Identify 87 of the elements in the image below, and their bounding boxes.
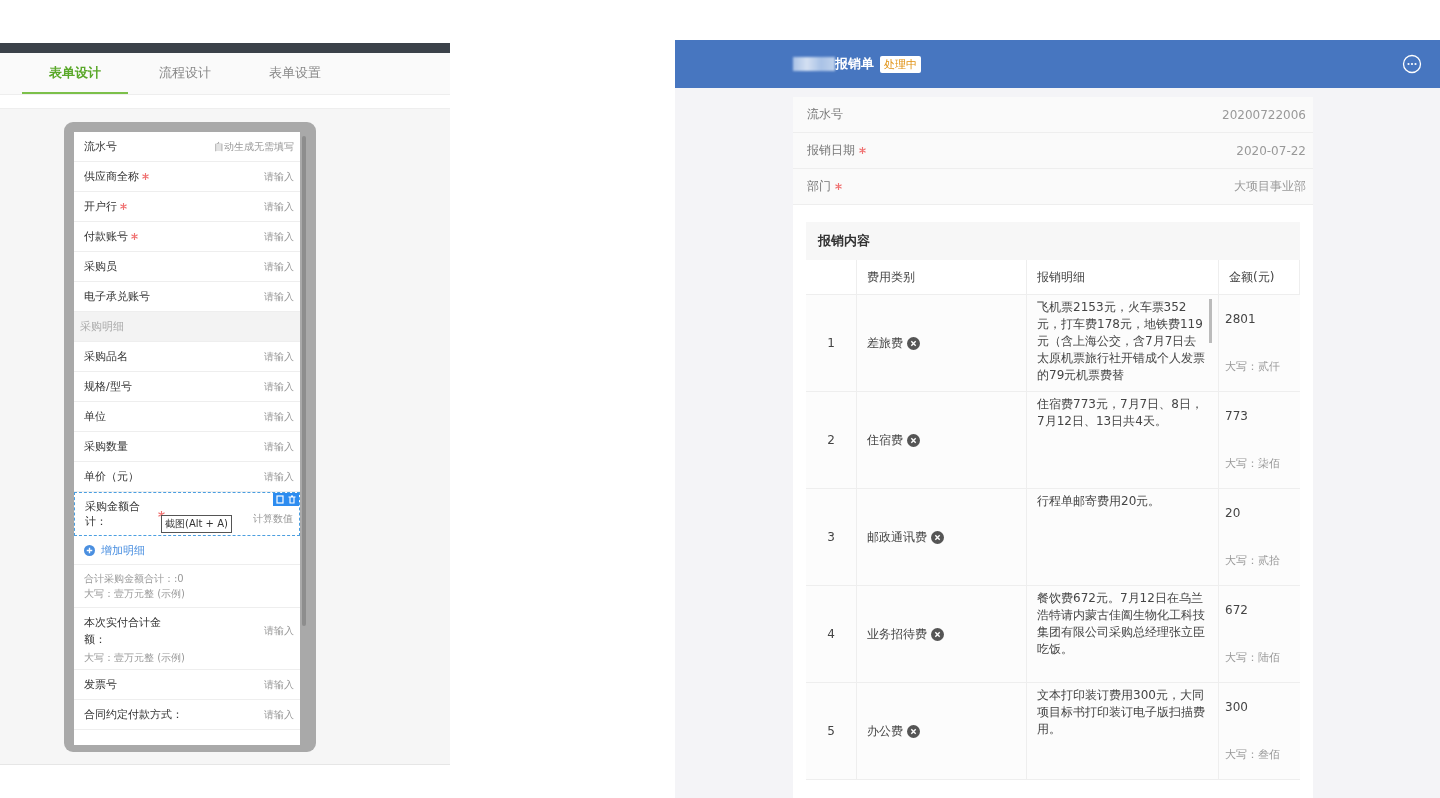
- section-header: 采购明细: [74, 312, 300, 342]
- field-label: 采购数量: [84, 439, 128, 454]
- column-header: 金额(元): [1219, 260, 1300, 294]
- field-label: 采购员: [84, 259, 117, 274]
- text-input[interactable]: 请输入: [264, 169, 294, 184]
- remove-icon[interactable]: [907, 433, 920, 447]
- amount-words: 大写：贰拾: [1225, 553, 1280, 569]
- remove-icon[interactable]: [931, 530, 944, 544]
- scrollbar[interactable]: [1209, 299, 1212, 343]
- field-label: 报销日期: [807, 142, 855, 159]
- detail-text: 住宿费773元，7月7日、8日，7月12日、13日共4天。: [1037, 396, 1204, 430]
- field-label: 单价（元）: [84, 469, 139, 484]
- amount-text: 2801: [1225, 311, 1256, 326]
- form-title: 报销单: [835, 55, 874, 73]
- text-input[interactable]: 计算数值: [253, 512, 293, 526]
- field-label: 采购品名: [84, 349, 128, 364]
- field-label: 单位: [84, 409, 106, 424]
- more-icon[interactable]: [1402, 54, 1422, 74]
- text-input[interactable]: 请输入: [264, 677, 294, 692]
- amount-words: 大写：叁佰: [1225, 747, 1280, 763]
- text-input[interactable]: 请输入: [264, 229, 294, 244]
- text-input[interactable]: 请输入: [264, 707, 294, 722]
- column-header: 报销明细: [1027, 260, 1219, 294]
- field-label: 发票号: [84, 677, 117, 692]
- text-input[interactable]: 请输入: [264, 379, 294, 394]
- detail-text: 行程单邮寄费用20元。: [1037, 493, 1161, 510]
- text-input[interactable]: 请输入: [264, 624, 294, 638]
- redacted-name: [793, 57, 835, 71]
- amount-words: 大写：柒佰: [1225, 456, 1280, 472]
- remove-icon[interactable]: [907, 724, 920, 738]
- add-detail-button[interactable]: 增加明细: [74, 536, 300, 565]
- field-label: 电子承兑账号: [84, 289, 150, 304]
- text-input[interactable]: 请输入: [264, 409, 294, 424]
- row-number: 4: [806, 586, 857, 682]
- field-label: 规格/型号: [84, 379, 132, 394]
- status-badge: 处理中: [880, 55, 921, 73]
- text-input[interactable]: 请输入: [264, 469, 294, 484]
- row-number: 5: [806, 683, 857, 779]
- text-input[interactable]: 请输入: [264, 199, 294, 214]
- detail-text: 飞机票2153元，火车票352元，打车费178元，地铁费119元（含上海公交，含7月7日去太原机票旅行社开错成个人发票的79元机票费替: [1037, 299, 1206, 384]
- category-text: 邮政通讯费: [867, 528, 927, 546]
- amount-text: 300: [1225, 699, 1248, 714]
- category-text: 业务招待费: [867, 625, 927, 643]
- text-input[interactable]: 请输入: [264, 289, 294, 304]
- field-label: 流水号: [84, 139, 117, 154]
- tooltip: 截图(Alt + A): [161, 515, 232, 533]
- field-label: 合同约定付款方式：: [84, 707, 183, 722]
- detail-text: 餐饮费672元。7月12日在乌兰浩特请内蒙古佳阖生物化工科技集团有限公司采购总经理张立臣吃饭。: [1037, 590, 1206, 658]
- row-number: 1: [806, 295, 857, 391]
- amount-words: 大写：陆佰: [1225, 650, 1280, 666]
- field-label: 采购金额合计：: [85, 499, 141, 529]
- amount-text: 672: [1225, 602, 1248, 617]
- field-label: 供应商全称: [84, 169, 139, 184]
- text-input[interactable]: 请输入: [264, 349, 294, 364]
- category-text: 差旅费: [867, 334, 903, 352]
- field-value: 20200722006: [1222, 107, 1306, 122]
- delete-icon[interactable]: [288, 495, 296, 504]
- column-header: 费用类别: [857, 260, 1027, 294]
- amount-text: 773: [1225, 408, 1248, 423]
- text-input[interactable]: 自动生成无需填写: [214, 139, 294, 154]
- field-label: 部门: [807, 178, 831, 195]
- field-note: 大写：壹万元整 (示例): [84, 651, 186, 665]
- summary-text: 大写：壹万元整 (示例): [84, 587, 186, 601]
- amount-text: 20: [1225, 505, 1241, 520]
- field-label: 本次实付合计金额：: [84, 615, 162, 648]
- field-value: 大项目事业部: [1234, 178, 1306, 195]
- table-title: 报销内容: [806, 222, 1300, 260]
- detail-text: 文本打印装订费用300元，大同项目标书打印装订电子版扫描费用。: [1037, 687, 1206, 738]
- text-input[interactable]: 请输入: [264, 259, 294, 274]
- category-text: 办公费: [867, 722, 903, 740]
- tab[interactable]: 表单设计: [22, 53, 128, 94]
- remove-icon[interactable]: [907, 336, 920, 350]
- field-label: 付款账号: [84, 229, 128, 244]
- plus-icon: [84, 544, 95, 556]
- field-label: 开户行: [84, 199, 117, 214]
- text-input[interactable]: 请输入: [264, 439, 294, 454]
- row-number: 3: [806, 489, 857, 585]
- field-label: 流水号: [807, 106, 843, 123]
- amount-words: 大写：贰仟: [1225, 359, 1280, 375]
- tab[interactable]: 流程设计: [132, 53, 238, 94]
- category-text: 住宿费: [867, 431, 903, 449]
- tab[interactable]: 表单设置: [242, 53, 348, 94]
- row-number: 2: [806, 392, 857, 488]
- summary-text: 合计采购金额合计：:0: [84, 572, 185, 586]
- copy-icon[interactable]: [276, 495, 284, 504]
- remove-icon[interactable]: [931, 627, 944, 641]
- field-value: 2020-07-22: [1236, 143, 1306, 158]
